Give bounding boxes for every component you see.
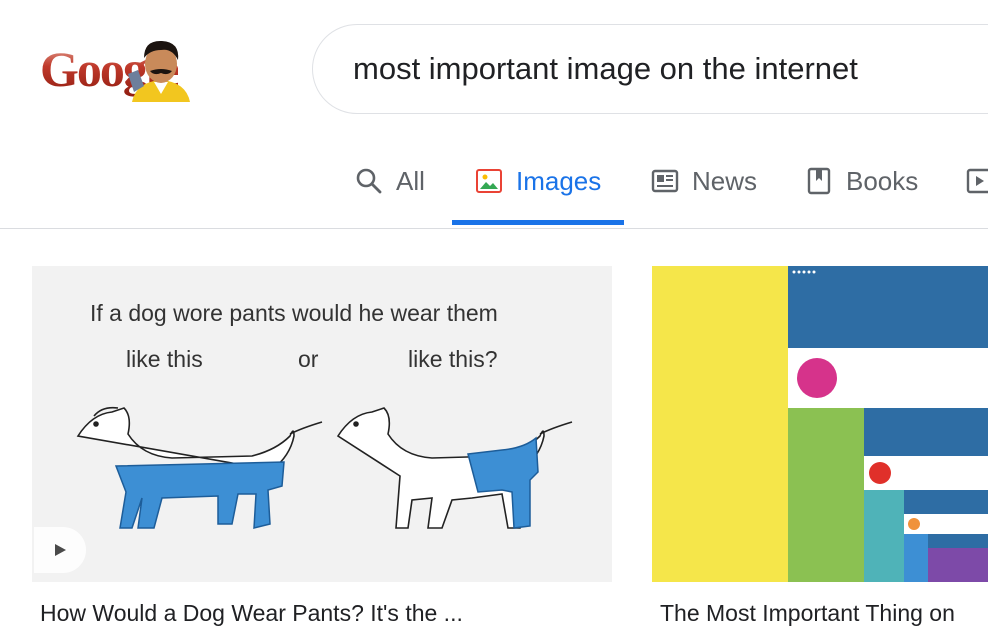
tab-label: News bbox=[692, 165, 758, 196]
tab-label: All bbox=[396, 165, 425, 196]
result-thumbnail[interactable]: If a dog wore pants would he wear them l… bbox=[32, 266, 612, 582]
result-title[interactable]: How Would a Dog Wear Pants? It's the ... bbox=[40, 600, 600, 627]
active-tab-indicator bbox=[452, 220, 624, 225]
tab-videos[interactable] bbox=[966, 164, 988, 198]
google-logo[interactable]: Google bbox=[40, 36, 230, 106]
tab-images[interactable]: Images bbox=[474, 164, 601, 198]
dog-illustration bbox=[76, 406, 573, 529]
search-icon bbox=[354, 166, 384, 196]
image-icon bbox=[474, 166, 504, 196]
result-title[interactable]: The Most Important Thing on bbox=[660, 600, 988, 627]
search-box[interactable] bbox=[312, 24, 988, 114]
play-icon bbox=[55, 544, 66, 556]
tab-label: Books bbox=[846, 165, 919, 196]
news-icon bbox=[650, 166, 680, 196]
golden-spiral-illustration bbox=[652, 266, 988, 582]
tab-all[interactable]: All bbox=[354, 164, 425, 198]
video-icon bbox=[966, 166, 988, 196]
tab-label: Images bbox=[516, 165, 602, 196]
tab-books[interactable]: Books bbox=[804, 164, 918, 198]
tab-news[interactable]: News bbox=[650, 164, 757, 198]
dog-left-icon bbox=[76, 406, 323, 471]
doodle-portrait-icon bbox=[128, 40, 190, 102]
play-video-button[interactable] bbox=[34, 527, 86, 573]
search-tabs: All Images News Books bbox=[0, 150, 988, 229]
book-icon bbox=[804, 166, 834, 196]
result-thumbnail[interactable] bbox=[652, 266, 988, 582]
search-input[interactable] bbox=[353, 47, 988, 91]
